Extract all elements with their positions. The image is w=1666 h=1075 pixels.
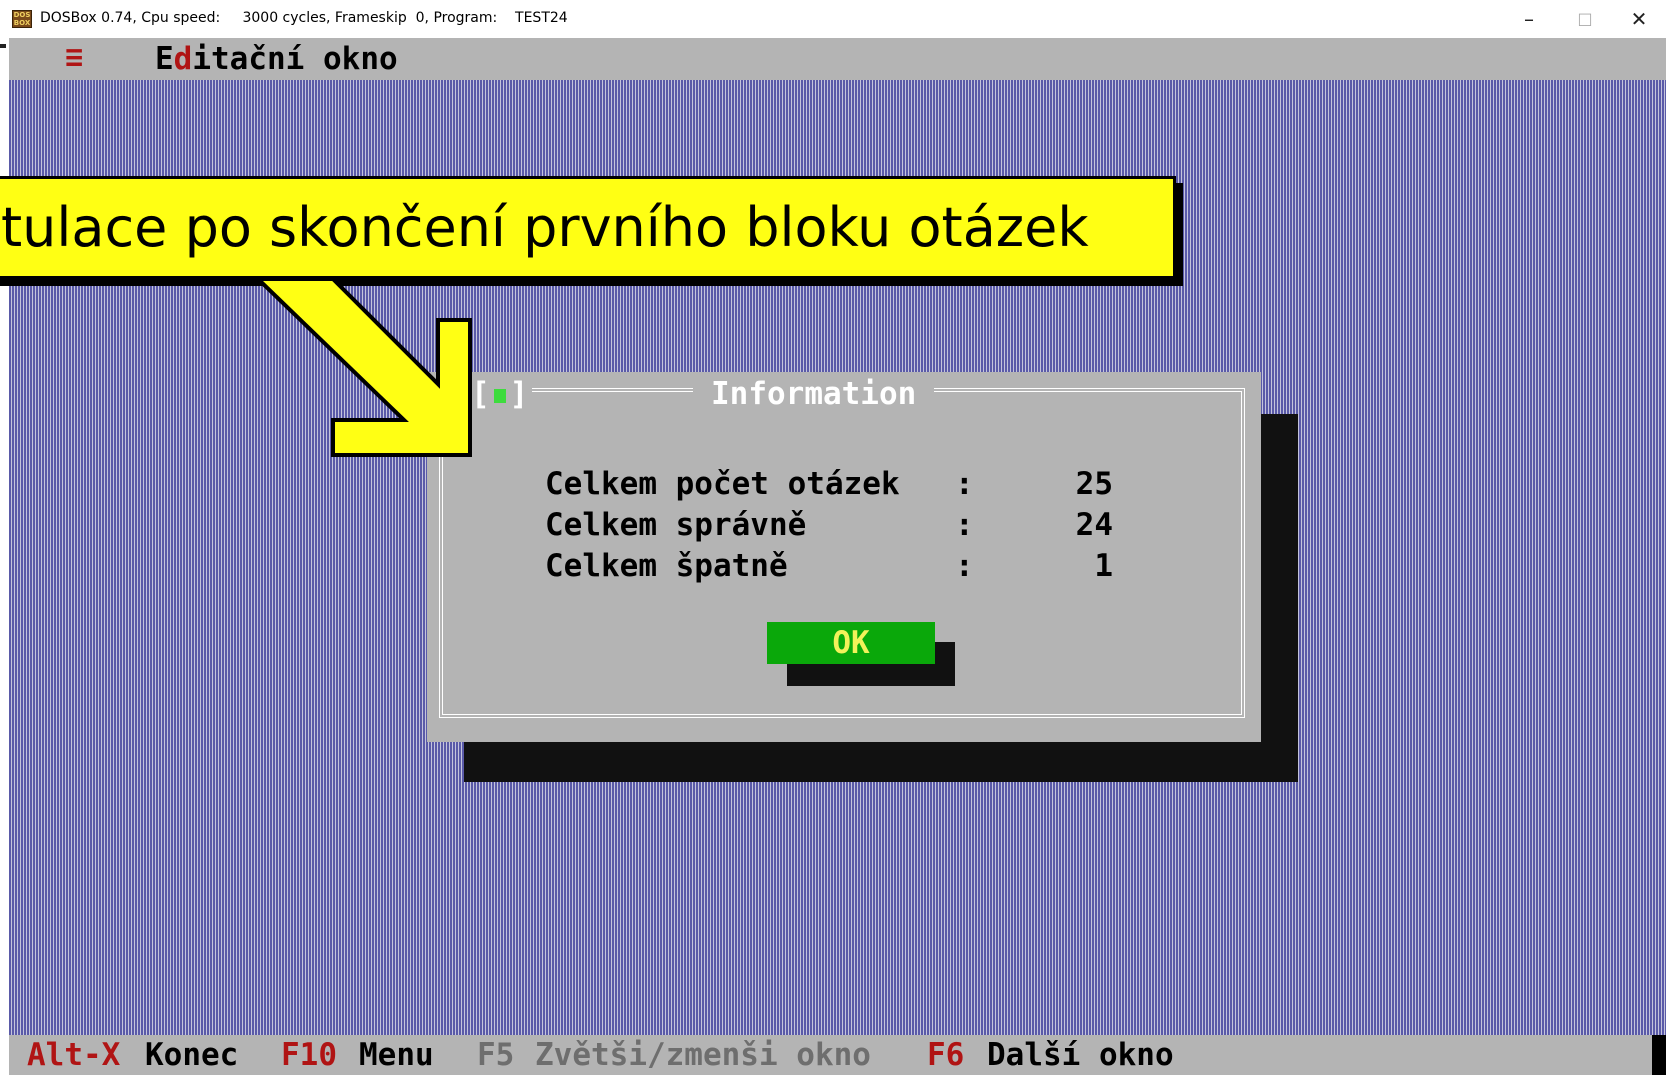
ok-button[interactable]: OK <box>767 622 935 664</box>
close-box-icon[interactable] <box>493 388 506 403</box>
row-value: 25 <box>1075 466 1113 502</box>
window-caption: Editační okno <box>155 41 398 77</box>
status-bar-edge <box>1652 1035 1666 1075</box>
system-menu-icon[interactable]: ≡ <box>65 40 83 75</box>
caption-rest: itační okno <box>192 41 398 77</box>
close-box-right: ] <box>509 376 529 412</box>
row-value: 1 <box>1094 548 1113 584</box>
callout-text: tulace po skončení prvního bloku otázek <box>1 196 1089 259</box>
row-colon: : <box>955 507 974 543</box>
status-text-next-window[interactable]: Další okno <box>987 1037 1174 1073</box>
row-colon: : <box>955 466 974 502</box>
window-titlebar[interactable]: DOS BOX DOSBox 0.74, Cpu speed: 3000 cyc… <box>0 0 1666 39</box>
maximize-button[interactable]: □ <box>1556 0 1614 38</box>
dialog-title: Information <box>693 376 935 412</box>
status-text-zoom: Zvětši/zmenši okno <box>535 1037 871 1073</box>
caption-first-letter: E <box>155 41 174 77</box>
status-text-konec[interactable]: Konec <box>145 1037 238 1073</box>
status-key-f6[interactable]: F6 <box>927 1037 964 1073</box>
annotation-callout: tulace po skončení prvního bloku otázek <box>0 176 1176 279</box>
row-label: Celkem počet otázek <box>545 466 900 502</box>
row-colon: : <box>955 548 974 584</box>
dosbox-app-icon[interactable]: DOS BOX <box>12 10 32 28</box>
row-total-wrong: Celkem špatně : 1 <box>545 546 1113 587</box>
menu-bar: ≡ Editační okno <box>9 38 1666 80</box>
summary-rows: Celkem počet otázek : 25 Celkem správně … <box>545 464 1113 587</box>
edge-stub <box>0 44 6 48</box>
status-key-alt-x[interactable]: Alt-X <box>27 1037 120 1073</box>
row-label: Celkem špatně <box>545 548 788 584</box>
window-title: DOSBox 0.74, Cpu speed: 3000 cycles, Fra… <box>40 10 568 26</box>
close-button[interactable]: ✕ <box>1610 0 1666 38</box>
dosbox-window: DOS BOX DOSBox 0.74, Cpu speed: 3000 cyc… <box>0 0 1666 1075</box>
row-value: 24 <box>1075 507 1113 543</box>
close-box-left: [ <box>471 376 490 412</box>
status-key-f10[interactable]: F10 <box>281 1037 337 1073</box>
status-key-f5: F5 <box>477 1037 515 1073</box>
minimize-button[interactable]: – <box>1500 0 1558 38</box>
status-bar: Alt-X Konec F10 Menu F5 Zvětši/zmenši ok… <box>9 1035 1666 1075</box>
information-dialog: [] Information Celkem počet otázek : 25 … <box>427 372 1261 742</box>
status-text-menu[interactable]: Menu <box>359 1037 434 1073</box>
caption-hotkey-letter: d <box>173 41 193 77</box>
row-total-correct: Celkem správně : 24 <box>545 505 1113 546</box>
row-label: Celkem správně <box>545 507 807 543</box>
row-total-questions: Celkem počet otázek : 25 <box>545 464 1113 505</box>
dialog-close-box[interactable]: [] <box>467 376 533 412</box>
